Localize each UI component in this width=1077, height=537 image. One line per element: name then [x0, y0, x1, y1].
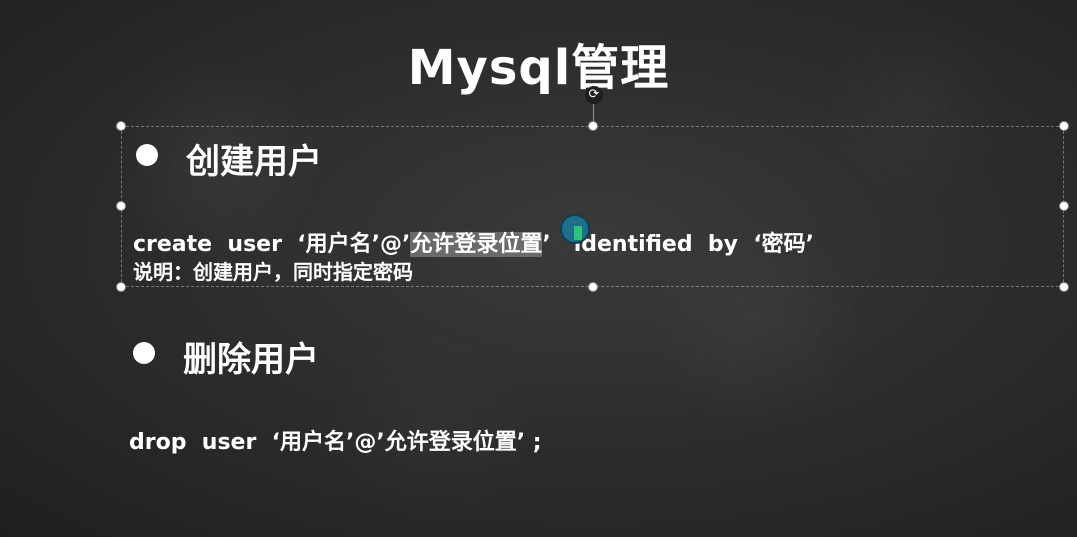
resize-handle-bottom-left[interactable]: [116, 282, 126, 292]
selected-text[interactable]: 允许登录位置: [410, 232, 543, 257]
bullet-icon: [136, 144, 158, 166]
resize-handle-left[interactable]: [116, 201, 126, 211]
create-user-description: 说明：创建用户，同时指定密码: [133, 260, 413, 284]
mouse-cursor-icon: [560, 214, 590, 244]
create-user-statement[interactable]: create user ‘用户名’@’允许登录位置’ identified by…: [133, 226, 814, 258]
resize-handle-top[interactable]: [588, 121, 598, 131]
rotate-icon[interactable]: ⟳: [585, 86, 603, 104]
resize-handle-top-left[interactable]: [116, 121, 126, 131]
bullet-icon: [133, 342, 155, 364]
slide-title: Mysql管理: [407, 40, 670, 96]
resize-handle-bottom[interactable]: [588, 282, 598, 292]
resize-handle-bottom-right[interactable]: [1059, 282, 1069, 292]
drop-user-statement[interactable]: drop user ‘用户名’@’允许登录位置’ ;: [129, 424, 542, 456]
code-prefix: create user ‘用户名’@’: [133, 232, 411, 257]
section-heading-create-user: 创建用户: [186, 142, 322, 182]
resize-handle-top-right[interactable]: [1059, 121, 1069, 131]
section-heading-drop-user: 删除用户: [183, 340, 319, 380]
resize-handle-right[interactable]: [1059, 201, 1069, 211]
